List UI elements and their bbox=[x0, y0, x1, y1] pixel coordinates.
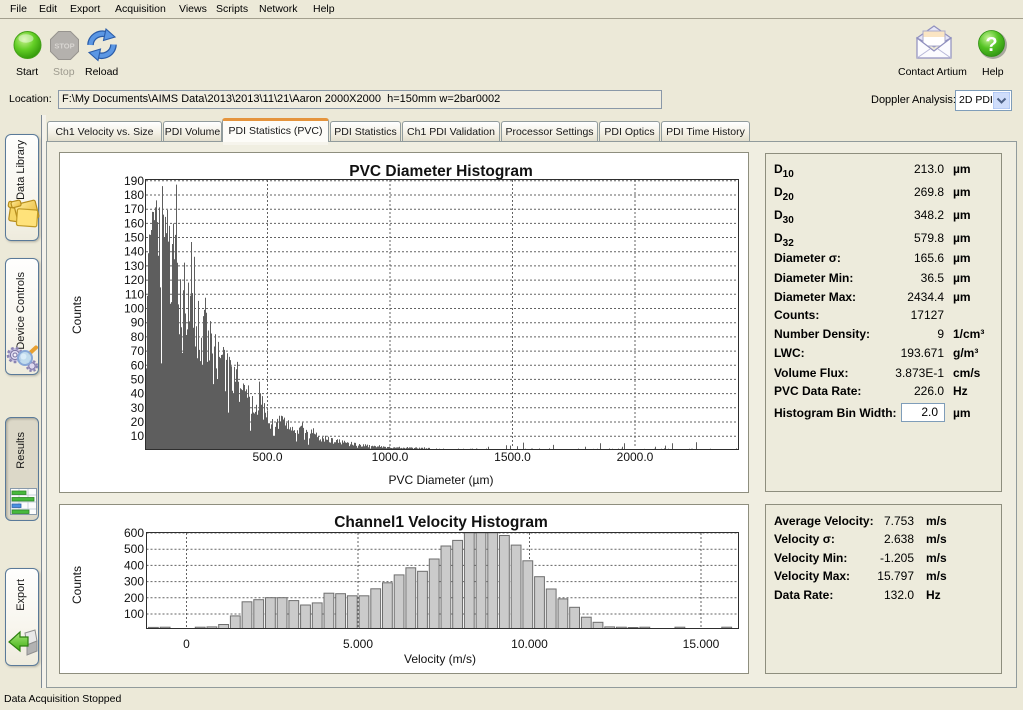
svg-text:110: 110 bbox=[125, 287, 144, 301]
svg-text:500.0: 500.0 bbox=[252, 450, 282, 464]
svg-text:70: 70 bbox=[131, 344, 145, 358]
svg-text:180: 180 bbox=[124, 188, 144, 202]
svg-text:1000.0: 1000.0 bbox=[372, 450, 409, 464]
svg-text:0: 0 bbox=[183, 637, 190, 651]
svg-text:50: 50 bbox=[131, 372, 145, 386]
svg-text:PVC Diameter (µm): PVC Diameter (µm) bbox=[389, 473, 494, 487]
svg-text:190: 190 bbox=[124, 174, 144, 188]
svg-text:100: 100 bbox=[124, 302, 144, 316]
svg-text:Channel1 Velocity Histogram: Channel1 Velocity Histogram bbox=[334, 514, 548, 531]
svg-text:300: 300 bbox=[124, 575, 144, 589]
svg-text:100: 100 bbox=[124, 607, 144, 621]
svg-text:500: 500 bbox=[124, 542, 144, 556]
svg-text:Velocity (m/s): Velocity (m/s) bbox=[404, 652, 476, 666]
svg-text:10.000: 10.000 bbox=[511, 637, 548, 651]
svg-text:15.000: 15.000 bbox=[683, 637, 720, 651]
svg-text:170: 170 bbox=[124, 202, 144, 216]
svg-text:200: 200 bbox=[124, 591, 144, 605]
svg-text:40: 40 bbox=[131, 387, 145, 401]
svg-text:160: 160 bbox=[124, 216, 144, 230]
svg-text:400: 400 bbox=[124, 558, 144, 572]
svg-text:120: 120 bbox=[124, 273, 144, 287]
svg-text:80: 80 bbox=[131, 330, 145, 344]
svg-text:?: ? bbox=[985, 34, 997, 56]
svg-text:1500.0: 1500.0 bbox=[494, 450, 531, 464]
svg-text:150: 150 bbox=[124, 231, 144, 245]
svg-text:130: 130 bbox=[124, 259, 144, 273]
svg-text:STOP: STOP bbox=[54, 42, 74, 51]
svg-text:Counts: Counts bbox=[70, 296, 84, 334]
svg-text:10: 10 bbox=[131, 429, 145, 443]
svg-text:600: 600 bbox=[124, 526, 144, 540]
svg-text:5.000: 5.000 bbox=[343, 637, 373, 651]
svg-text:90: 90 bbox=[131, 316, 145, 330]
svg-text:2000.0: 2000.0 bbox=[617, 450, 654, 464]
svg-text:30: 30 bbox=[131, 401, 145, 415]
svg-text:20: 20 bbox=[131, 415, 145, 429]
svg-text:Counts: Counts bbox=[70, 566, 84, 604]
svg-text:PVC Diameter Histogram: PVC Diameter Histogram bbox=[349, 163, 532, 180]
svg-text:140: 140 bbox=[124, 245, 144, 259]
svg-text:60: 60 bbox=[131, 358, 145, 372]
